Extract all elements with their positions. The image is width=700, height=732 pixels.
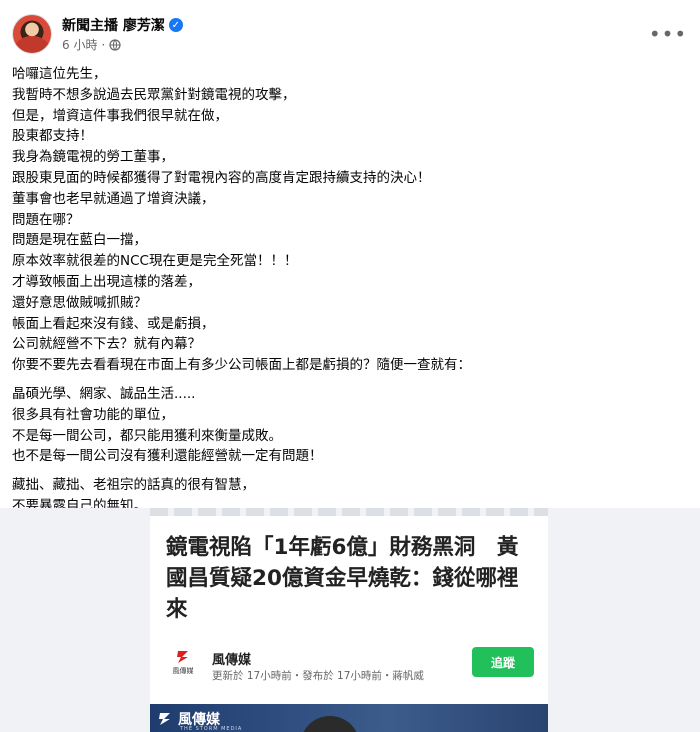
preview-card: 鏡電視陷「1年虧6億」財務黑洞 黃國昌質疑20億資金早燒乾：錢從哪裡來 風傳媒 … <box>150 516 548 732</box>
post-text-line: 藏拙、藏拙、老祖宗的話真的很有智慧， <box>12 477 255 494</box>
article-title[interactable]: 鏡電視陷「1年虧6億」財務黑洞 黃國昌質疑20億資金早燒乾：錢從哪裡來 <box>166 532 538 625</box>
facebook-post: 新聞主播 廖芳潔 ✓ 6 小時 · ••• 哈囉這位先生， 我暫時不想多說過去民眾… <box>0 0 700 732</box>
source-name[interactable]: 風傳媒 <box>212 649 251 668</box>
author-row: 新聞主播 廖芳潔 ✓ <box>62 15 183 35</box>
post-text-line: 很多具有社會功能的單位， <box>12 406 174 423</box>
author-avatar[interactable] <box>12 14 52 54</box>
link-preview[interactable]: 鏡電視陷「1年虧6億」財務黑洞 黃國昌質疑20億資金早燒乾：錢從哪裡來 風傳媒 … <box>0 508 700 732</box>
post-text-line: 問題是現在藍白一擋， <box>12 232 147 249</box>
post-text-line: 晶碩光學、網家、誠品生活..... <box>12 385 196 402</box>
post-text-line: 帳面上看起來沒有錢、或是虧損， <box>12 315 215 332</box>
post-body: 哈囉這位先生， 我暫時不想多說過去民眾黨針對鏡電視的攻擊， 但是，增資這件事我們很早… <box>12 64 688 525</box>
post-text-line: 不是每一間公司，都只能用獲利來衡量成敗。 <box>12 427 282 444</box>
post-text-line: 跟股東見面的時候都獲得了對電視內容的高度肯定跟持續支持的決心！ <box>12 169 431 186</box>
post-paragraph: 晶碩光學、網家、誠品生活..... 很多具有社會功能的單位， 不是每一間公司，都只能… <box>12 384 688 467</box>
post-text-line: 還好意思做賊喊抓賊？ <box>12 294 147 311</box>
storm-media-logo-icon <box>177 651 188 663</box>
post-text-line: 問題在哪？ <box>12 211 80 228</box>
more-horizontal-icon: ••• <box>648 22 688 46</box>
globe-icon <box>109 38 121 51</box>
post-text-line: 哈囉這位先生， <box>12 66 107 82</box>
more-options-button[interactable]: ••• <box>648 18 688 50</box>
source-meta: 更新於 17小時前・發布於 17小時前・蔣帆威 <box>212 670 424 682</box>
post-text-line: 我暫時不想多說過去民眾黨針對鏡電視的攻擊， <box>12 86 296 103</box>
post-text-line: 你要不要先去看看現在市面上有多少公司帳面上都是虧損的？隨便一查就有： <box>12 357 471 374</box>
author-name[interactable]: 新聞主播 廖芳潔 <box>62 15 165 35</box>
post-text-line: 公司就經營不下去？就有內幕？ <box>12 336 201 353</box>
post-text-line: 才導致帳面上出現這樣的落差， <box>12 273 201 290</box>
post-timestamp[interactable]: 6 小時 <box>62 36 97 53</box>
post-text-line: 股東都支持！ <box>12 128 93 145</box>
preview-top-strip <box>150 508 548 516</box>
article-banner-image: 風傳媒 THE STORM MEDIA <box>150 704 548 732</box>
post-paragraph: 哈囉這位先生， 我暫時不想多說過去民眾黨針對鏡電視的攻擊， 但是，增資這件事我們很早… <box>12 64 688 376</box>
verified-badge-icon: ✓ <box>168 18 183 32</box>
follow-button[interactable]: 追蹤 <box>472 647 534 677</box>
post-header: 新聞主播 廖芳潔 ✓ 6 小時 · ••• <box>12 12 688 56</box>
banner-logo-icon <box>159 713 170 725</box>
post-meta: 6 小時 · <box>62 36 121 53</box>
meta-separator: · <box>101 37 106 52</box>
post-text-line: 也不是每一間公司沒有獲利還能經營就一定有問題！ <box>12 448 323 465</box>
post-text-line: 原本效率就很差的NCC現在更是完全死當！！！ <box>12 253 298 270</box>
post-text-line: 我身為鏡電視的勞工董事， <box>12 149 174 166</box>
source-logo[interactable]: 風傳媒 <box>166 650 200 684</box>
banner-person-silhouette <box>300 716 360 732</box>
post-text-line: 但是，增資這件事我們很早就在做， <box>12 107 228 124</box>
source-row: 風傳媒 風傳媒 更新於 17小時前・發布於 17小時前・蔣帆威 追蹤 <box>166 644 534 684</box>
banner-subtitle: THE STORM MEDIA <box>180 726 243 732</box>
post-text-line: 董事會也老早就通過了增資決議， <box>12 190 215 207</box>
source-logo-label: 風傳媒 <box>172 667 194 675</box>
